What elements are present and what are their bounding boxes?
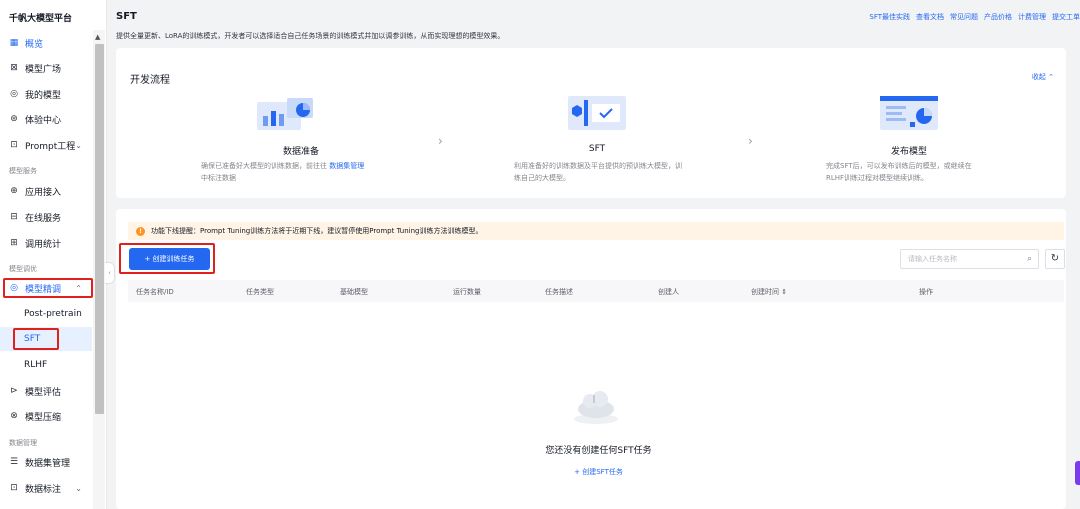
data-prep-illustration <box>257 98 313 130</box>
refresh-button[interactable]: ↻ <box>1045 249 1065 269</box>
sidebar-subitem-post-pretrain[interactable]: Post-pretrain <box>0 302 92 326</box>
header-link-docs[interactable]: 查看文档 <box>916 12 944 22</box>
sidebar-item-prompt[interactable]: ⊡ Prompt工程 ⌄ <box>0 133 92 157</box>
header-link-faq[interactable]: 常见问题 <box>950 12 978 22</box>
header-link-ticket[interactable]: 提交工单 <box>1052 12 1080 22</box>
dev-flow-card: 开发流程 收起 ⌃ 数据准备 确保已准备好大模型的训练数据，前往往 数据集管理 … <box>116 48 1066 198</box>
page-description: 提供全量更新、LoRA的训练模式，开发者可以选择适合自己任务场景的训练模式并加以… <box>116 32 505 40</box>
header-link-billing[interactable]: 计费管理 <box>1018 12 1046 22</box>
refresh-icon: ↻ <box>1050 253 1060 264</box>
header-links: SFT最佳实践 查看文档 常见问题 产品价格 计费管理 提交工单 <box>869 12 1080 22</box>
flow-step-publish: 发布模型 完成SFT后，可以发布训练后的模型，或继续在RLHF训练过程对模型继续… <box>826 48 1026 198</box>
warning-icon: ! <box>136 226 145 236</box>
step-desc-publish: 完成SFT后，可以发布训练后的模型，或继续在RLHF训练过程对模型继续训练。 <box>826 162 972 182</box>
flow-step-sft: SFT 利用准备好的训练数据及平台提供的预训练大模型，训练自己的大模型。 <box>514 48 714 198</box>
group-label-model-service: 模型服务 <box>9 167 37 175</box>
sidebar-item-app-access[interactable]: ⊕ 应用接入 <box>0 179 92 203</box>
empty-state-text: 您还没有创建任何SFT任务 <box>545 446 652 456</box>
cube-icon: ⊠ <box>10 63 18 73</box>
floating-help-tab[interactable] <box>1075 461 1080 485</box>
sidebar-item-experience[interactable]: ⊛ 体验中心 <box>0 107 92 131</box>
column-header-actions: 操作 <box>919 288 933 296</box>
publish-illustration <box>880 96 938 130</box>
sft-illustration <box>568 96 626 130</box>
column-header-description: 任务描述 <box>545 288 573 296</box>
stats-icon: ⊞ <box>10 238 18 248</box>
step-title-publish: 发布模型 <box>890 147 927 157</box>
grid-icon: ▦ <box>9 38 19 48</box>
search-icon[interactable]: ⌕ <box>1027 250 1032 268</box>
header-link-pricing[interactable]: 产品价格 <box>984 12 1012 22</box>
plug-icon: ⊕ <box>10 186 18 196</box>
task-search-input[interactable]: 请输入任务名称 ⌕ <box>900 249 1039 269</box>
empty-state-illustration <box>574 391 618 424</box>
brand-title: 千帆大模型平台 <box>9 14 73 24</box>
chevron-down-icon: ⌄ <box>75 140 82 150</box>
group-label-data-mgmt: 数据管理 <box>9 439 37 447</box>
scroll-up-icon[interactable]: ▲ <box>95 33 100 41</box>
group-label-model-tuning: 模型调优 <box>9 265 37 273</box>
step-desc-data-prep: 确保已准备好大模型的训练数据，前往往 数据集管理 中标注数据 <box>201 162 365 182</box>
sidebar-subitem-rlhf[interactable]: RLHF <box>0 353 92 377</box>
sidebar-collapse-toggle[interactable]: ‹ <box>105 262 115 284</box>
step-desc-sft: 利用准备好的训练数据及平台提供的预训练大模型，训练自己的大模型。 <box>514 162 682 182</box>
step-title-sft: SFT <box>588 144 606 154</box>
column-header-created-time[interactable]: 创建时间 ⇕ <box>751 287 787 297</box>
column-header-run-count: 运行数量 <box>453 288 481 296</box>
dataset-mgmt-link[interactable]: 数据集管理 <box>329 162 364 170</box>
sidebar-item-compress[interactable]: ⊗ 模型压缩 <box>0 404 92 428</box>
highlight-box-finetune <box>3 278 93 298</box>
sidebar-scroll-thumb[interactable] <box>95 44 104 414</box>
chevron-right-icon: › <box>438 134 443 148</box>
column-header-base-model: 基础模型 <box>340 288 368 296</box>
sidebar: 千帆大模型平台 ▦ 概览 ⊠ 模型广场 ◎ 我的模型 ⊛ 体验中心 ⊡ Prompt工程 … <box>0 0 107 509</box>
chevron-right-icon: › <box>748 134 753 148</box>
prompt-icon: ⊡ <box>10 140 18 150</box>
task-list-card: ! 功能下线提醒：Prompt Tuning训练方法将于近期下线，建议暂停使用P… <box>116 209 1066 509</box>
sidebar-item-online-service[interactable]: ⊟ 在线服务 <box>0 205 92 229</box>
deprecation-notice: ! 功能下线提醒：Prompt Tuning训练方法将于近期下线，建议暂停使用P… <box>128 222 1064 240</box>
experience-icon: ⊛ <box>10 114 18 124</box>
sidebar-item-model-plaza[interactable]: ⊠ 模型广场 <box>0 56 92 80</box>
server-icon: ⊟ <box>10 212 18 222</box>
model-icon: ◎ <box>10 89 18 99</box>
flow-title: 开发流程 <box>130 75 170 86</box>
sidebar-item-my-models[interactable]: ◎ 我的模型 <box>0 82 92 106</box>
column-header-name: 任务名称/ID <box>136 288 174 296</box>
table-header: 任务名称/ID 任务类型 基础模型 运行数量 任务描述 创建人 创建时间 ⇕ 操… <box>128 280 1064 302</box>
column-header-creator: 创建人 <box>658 288 679 296</box>
sidebar-item-eval[interactable]: ⊳ 模型评估 <box>0 379 92 403</box>
step-title-data-prep: 数据准备 <box>282 147 319 157</box>
sidebar-item-data-label[interactable]: ⊡ 数据标注 ⌄ <box>0 476 92 500</box>
label-icon: ⊡ <box>10 483 18 493</box>
sidebar-item-dataset-mgmt[interactable]: ☰ 数据集管理 <box>0 450 92 474</box>
chevron-down-icon: ⌄ <box>75 483 82 493</box>
create-sft-task-link[interactable]: + 创建SFT任务 <box>116 467 1080 477</box>
highlight-box-create-button <box>119 243 215 274</box>
page-title: SFT <box>116 11 137 22</box>
column-header-type: 任务类型 <box>246 288 274 296</box>
flow-step-data-prep: 数据准备 确保已准备好大模型的训练数据，前往往 数据集管理 中标注数据 <box>201 48 401 198</box>
sidebar-item-overview[interactable]: ▦ 概览 <box>0 31 92 55</box>
database-icon: ☰ <box>9 457 19 467</box>
sidebar-item-call-stats[interactable]: ⊞ 调用统计 <box>0 231 92 255</box>
header-link-best-practice[interactable]: SFT最佳实践 <box>869 12 910 22</box>
compress-icon: ⊗ <box>10 411 18 421</box>
eval-icon: ⊳ <box>10 386 18 396</box>
flow-collapse-link[interactable]: 收起 ⌃ <box>1032 72 1054 82</box>
highlight-box-sft <box>13 328 59 350</box>
